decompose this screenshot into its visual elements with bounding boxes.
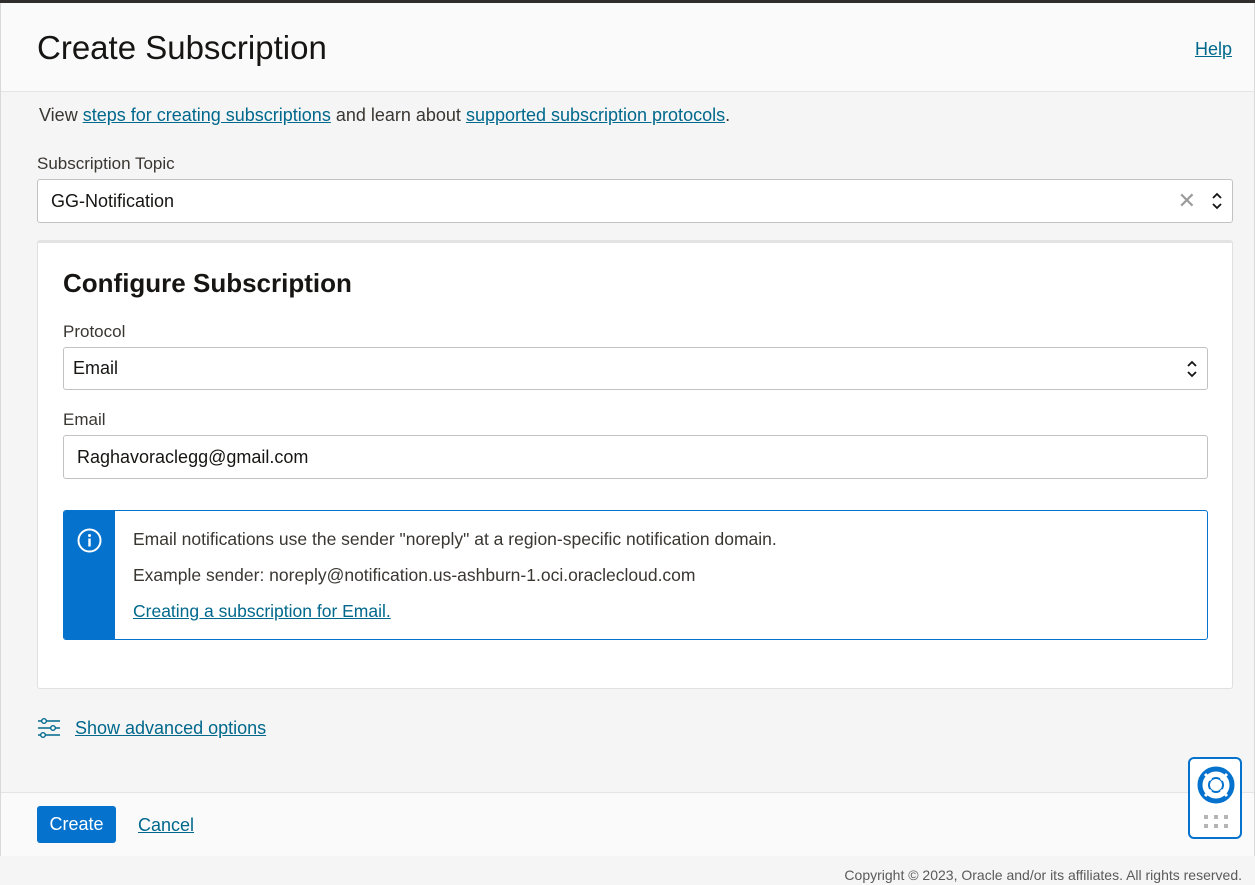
email-value: Raghavoraclegg@gmail.com <box>77 446 309 467</box>
steps-link[interactable]: steps for creating subscriptions <box>83 105 331 125</box>
email-info-box: Email notifications use the sender "nore… <box>63 510 1208 640</box>
info-line-example: Example sender: noreply@notification.us-… <box>133 565 696 585</box>
panel-header: Create Subscription Help <box>1 3 1254 92</box>
intro-suffix: . <box>725 105 731 125</box>
help-widget[interactable] <box>1188 757 1242 839</box>
configure-subscription-title: Configure Subscription <box>63 268 352 298</box>
intro-text: View steps for creating subscriptions an… <box>39 105 730 126</box>
page-title: Create Subscription <box>37 29 327 66</box>
intro-middle: and learn about <box>330 105 466 125</box>
subscription-topic-label: Subscription Topic <box>37 154 175 173</box>
email-subscription-link[interactable]: Creating a subscription for Email. <box>133 601 391 621</box>
info-strip <box>64 511 115 639</box>
close-icon[interactable]: ✕ <box>1178 188 1196 214</box>
create-button[interactable]: Create <box>37 806 116 843</box>
chevron-updown-icon[interactable] <box>1210 190 1224 212</box>
lifebuoy-icon <box>1197 766 1235 804</box>
create-subscription-panel: Create Subscription Help View steps for … <box>0 3 1255 856</box>
protocol-label: Protocol <box>63 322 126 341</box>
protocol-select[interactable]: Email <box>63 347 1208 390</box>
protocols-link[interactable]: supported subscription protocols <box>466 105 725 125</box>
subscription-topic-select[interactable]: GG-Notification ✕ <box>37 179 1233 223</box>
chevron-updown-icon[interactable] <box>1185 358 1199 380</box>
info-icon <box>77 528 102 553</box>
sliders-icon <box>38 718 60 738</box>
protocol-value: Email <box>73 358 119 378</box>
cancel-button[interactable]: Cancel <box>138 815 194 836</box>
show-advanced-options[interactable]: Show advanced options <box>37 717 266 739</box>
show-advanced-options-label: Show advanced options <box>75 717 267 738</box>
copyright-text: Copyright © 2023, Oracle and/or its affi… <box>844 867 1242 883</box>
help-link[interactable]: Help <box>1195 39 1232 60</box>
email-field[interactable]: Raghavoraclegg@gmail.com <box>63 435 1208 479</box>
configure-subscription-card: Configure Subscription Protocol Email Em… <box>37 240 1233 689</box>
subscription-topic-value: GG-Notification <box>51 190 175 211</box>
info-line-sender: Email notifications use the sender "nore… <box>133 529 777 549</box>
intro-prefix: View <box>39 105 83 125</box>
panel-footer: Create Cancel <box>1 792 1254 856</box>
drag-handle-icon[interactable] <box>1202 814 1230 830</box>
email-label: Email <box>63 410 106 429</box>
